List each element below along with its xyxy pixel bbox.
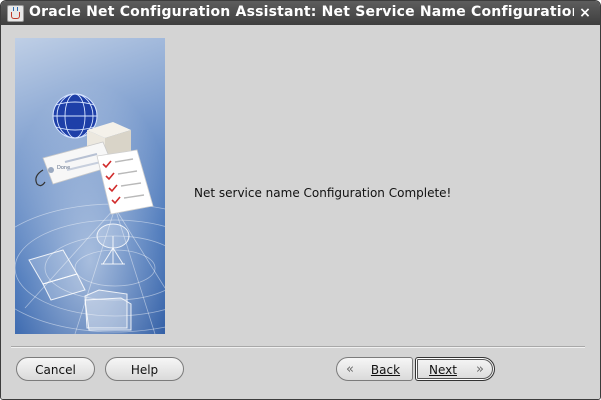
button-divider: [11, 346, 585, 348]
cancel-button[interactable]: Cancel: [16, 357, 95, 381]
next-label: Next: [429, 363, 457, 377]
back-button[interactable]: « Back: [336, 357, 413, 381]
chevron-right-icon: »: [476, 362, 484, 377]
java-app-icon: [7, 5, 24, 22]
next-button[interactable]: Next »: [415, 357, 495, 381]
help-label: Help: [130, 363, 159, 377]
window-title: Oracle Net Configuration Assistant: Net …: [29, 4, 574, 20]
dialog-window: Oracle Net Configuration Assistant: Net …: [0, 0, 601, 400]
folder-icon: [84, 289, 132, 331]
title-bar[interactable]: Oracle Net Configuration Assistant: Net …: [1, 1, 600, 25]
wizard-illustration: Done: [15, 38, 165, 334]
completion-message: Net service name Configuration Complete!: [194, 186, 452, 200]
wizard-content: Done Net service name Configuration Comp…: [1, 25, 600, 399]
cancel-label: Cancel: [35, 363, 76, 377]
tag-label: Done: [57, 165, 70, 171]
illustration-svg: Done: [15, 38, 165, 334]
close-icon[interactable]: ×: [578, 3, 592, 23]
chevron-left-icon: «: [346, 362, 354, 377]
back-label: Back: [370, 363, 401, 377]
help-button[interactable]: Help: [105, 357, 184, 381]
